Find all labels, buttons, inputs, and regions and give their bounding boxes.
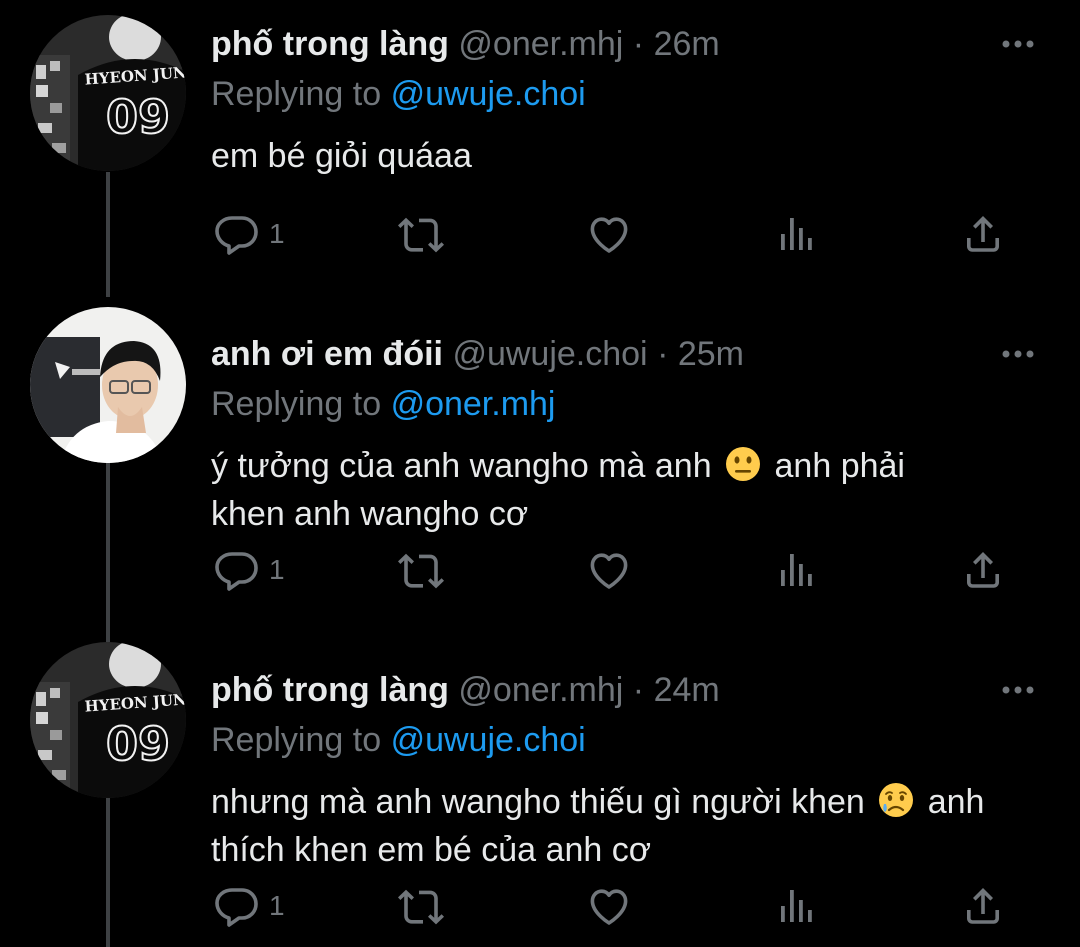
heart-icon	[590, 553, 628, 589]
replying-mention[interactable]: @uwuje.choi	[391, 721, 586, 759]
replying-mention[interactable]: @uwuje.choi	[391, 75, 586, 113]
like-button[interactable]	[585, 210, 633, 258]
share-icon	[967, 888, 999, 924]
reply-icon	[215, 552, 258, 591]
replying-mention[interactable]: @oner.mhj	[391, 385, 556, 423]
tweet[interactable]: anh ơi em đóii @uwuje.choi · 25m Replyin…	[0, 307, 1080, 640]
reply-button[interactable]: 1	[213, 882, 285, 930]
share-icon	[967, 552, 999, 588]
tweet[interactable]: HYEON JUN 09 phố trong làng @oner.mhj · …	[0, 642, 1080, 947]
neutral-face-emoji-icon	[726, 447, 761, 481]
more-button[interactable]	[998, 24, 1038, 64]
share-button[interactable]	[959, 882, 1007, 930]
views-button[interactable]	[773, 546, 821, 594]
heart-icon	[590, 217, 628, 253]
retweet-button[interactable]	[397, 882, 445, 930]
action-bar: 1	[213, 546, 1013, 594]
share-button[interactable]	[959, 546, 1007, 594]
tweet-text: nhưng mà anh wangho thiếu gì người khen …	[211, 778, 991, 874]
reply-count: 1	[269, 890, 285, 921]
more-button[interactable]	[998, 670, 1038, 710]
tweet-text-main: em bé giỏi quáaa	[211, 137, 472, 175]
tweet[interactable]: HYEON JUN 09 phố trong làng @oner.mhj · …	[0, 0, 1080, 300]
share-button[interactable]	[959, 210, 1007, 258]
display-name[interactable]: phố trong làng	[211, 25, 449, 63]
like-button[interactable]	[585, 882, 633, 930]
replying-prefix: Replying to	[211, 75, 382, 113]
avatar-jersey-number: 09	[106, 90, 170, 144]
like-button[interactable]	[585, 546, 633, 594]
avatar[interactable]	[30, 307, 186, 463]
more-button[interactable]	[998, 334, 1038, 374]
separator-dot: ·	[632, 25, 645, 63]
more-icon	[1002, 686, 1034, 694]
views-button[interactable]	[773, 882, 821, 930]
views-icon	[781, 218, 812, 250]
handle[interactable]: @uwuje.choi	[452, 335, 647, 373]
timestamp[interactable]: 25m	[678, 335, 744, 373]
reply-count: 1	[269, 218, 285, 249]
views-icon	[781, 554, 812, 586]
share-icon	[967, 216, 999, 252]
tweet-text-main: nhưng mà anh wangho thiếu gì người khen	[211, 783, 865, 821]
views-button[interactable]	[773, 210, 821, 258]
retweet-icon	[398, 217, 444, 253]
tweet-text-main: ý tưởng của anh wangho mà anh	[211, 447, 712, 485]
reply-icon	[215, 888, 258, 927]
action-bar: 1	[213, 210, 1013, 258]
retweet-icon	[398, 889, 444, 925]
replying-prefix: Replying to	[211, 385, 382, 423]
separator-dot: ·	[632, 671, 645, 709]
action-bar: 1	[213, 882, 1013, 930]
reply-button[interactable]: 1	[213, 546, 285, 594]
replying-to: Replying to @oner.mhj	[211, 384, 555, 424]
reply-count: 1	[269, 554, 285, 585]
retweet-icon	[398, 553, 444, 589]
timestamp[interactable]: 26m	[654, 25, 720, 63]
handle[interactable]: @oner.mhj	[458, 671, 623, 709]
retweet-button[interactable]	[397, 546, 445, 594]
handle[interactable]: @oner.mhj	[458, 25, 623, 63]
tweet-header: anh ơi em đóii @uwuje.choi · 25m	[211, 334, 744, 374]
views-icon	[781, 890, 812, 922]
tweet-header: phố trong làng @oner.mhj · 26m	[211, 24, 720, 64]
display-name[interactable]: phố trong làng	[211, 671, 449, 709]
sad-relieved-face-emoji-icon	[879, 783, 914, 817]
more-icon	[1002, 40, 1034, 48]
tweet-text: ý tưởng của anh wangho mà anh anh phải k…	[211, 442, 971, 538]
more-icon	[1002, 350, 1034, 358]
separator-dot: ·	[657, 335, 669, 373]
timestamp[interactable]: 24m	[654, 671, 720, 709]
avatar[interactable]: HYEON JUN 09	[30, 642, 186, 798]
heart-icon	[590, 889, 628, 925]
avatar-jersey-number: 09	[106, 717, 170, 771]
tweet-header: phố trong làng @oner.mhj · 24m	[211, 670, 720, 710]
replying-prefix: Replying to	[211, 721, 382, 759]
replying-to: Replying to @uwuje.choi	[211, 74, 586, 114]
replying-to: Replying to @uwuje.choi	[211, 720, 586, 760]
reply-button[interactable]: 1	[213, 210, 285, 258]
avatar[interactable]: HYEON JUN 09	[30, 15, 186, 171]
display-name[interactable]: anh ơi em đóii	[211, 335, 443, 373]
tweet-text: em bé giỏi quáaa	[211, 132, 1031, 180]
retweet-button[interactable]	[397, 210, 445, 258]
reply-icon	[215, 216, 258, 255]
